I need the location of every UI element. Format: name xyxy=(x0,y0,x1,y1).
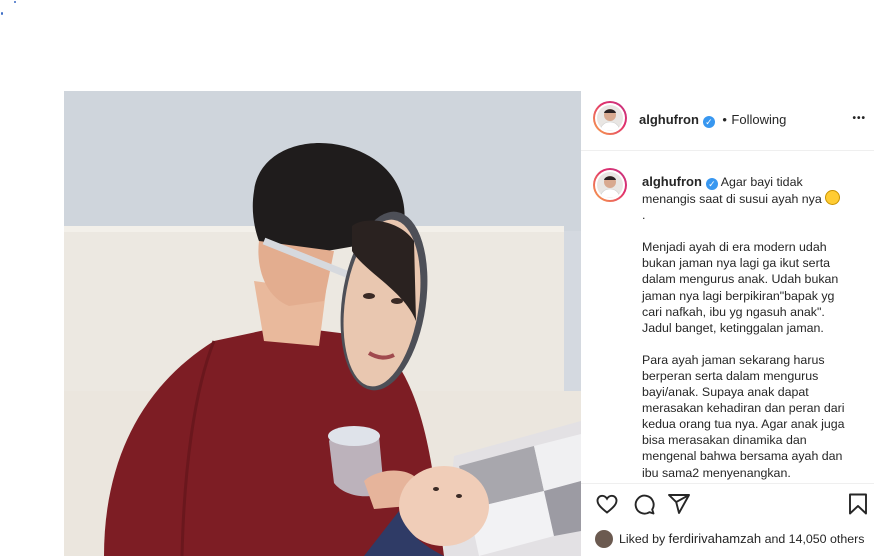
post-photo[interactable] xyxy=(64,91,581,556)
following-button[interactable]: Following xyxy=(731,112,786,127)
share-icon[interactable] xyxy=(667,492,691,516)
avatar-photo xyxy=(599,176,621,198)
liked-by-prefix: Liked by xyxy=(619,532,666,546)
liker-avatar[interactable] xyxy=(595,530,613,548)
comment-icon[interactable] xyxy=(632,492,656,516)
bookmark-icon[interactable] xyxy=(846,492,870,516)
liked-by-summary: Liked by ferdirivahamzah and 14,050 othe… xyxy=(595,530,864,548)
caption-username[interactable]: alghufron xyxy=(642,174,702,189)
post-actions: Liked by ferdirivahamzah and 14,050 othe… xyxy=(581,483,874,557)
post-photo-illustration xyxy=(64,91,581,556)
speck xyxy=(1,12,3,15)
verified-badge-icon: ✓ xyxy=(702,116,715,128)
more-options-icon[interactable]: ••• xyxy=(852,113,866,124)
post-side-panel: alghufron ✓ • Following ••• alghufron ✓ Ag… xyxy=(581,91,874,557)
post-header: alghufron ✓ • Following ••• xyxy=(581,91,874,151)
caption-avatar[interactable] xyxy=(593,168,627,202)
caption-paragraph-2: Para ayah jaman sekarang harus berperan … xyxy=(642,352,845,480)
avatar-photo xyxy=(599,109,621,131)
caption-dot: . xyxy=(642,208,646,223)
liked-by-others[interactable]: and 14,050 others xyxy=(765,532,865,546)
liked-by-username[interactable]: ferdirivahamzah xyxy=(669,531,762,546)
separator-dot: • xyxy=(722,112,727,127)
speck xyxy=(14,1,16,3)
caption-paragraph-1: Menjadi ayah di era modern udah bukan ja… xyxy=(642,240,839,335)
verified-badge-icon: ✓ xyxy=(705,178,718,190)
heart-icon[interactable] xyxy=(595,492,619,516)
caption-first-line: alghufron ✓ Agar bayi tidak menangis saat… xyxy=(642,174,852,207)
avatar[interactable] xyxy=(593,101,627,135)
grinning-face-sweat-emoji xyxy=(825,190,841,206)
post-username[interactable]: alghufron xyxy=(639,112,699,127)
caption: alghufron ✓ Agar bayi tidak menangis saat… xyxy=(642,174,852,497)
